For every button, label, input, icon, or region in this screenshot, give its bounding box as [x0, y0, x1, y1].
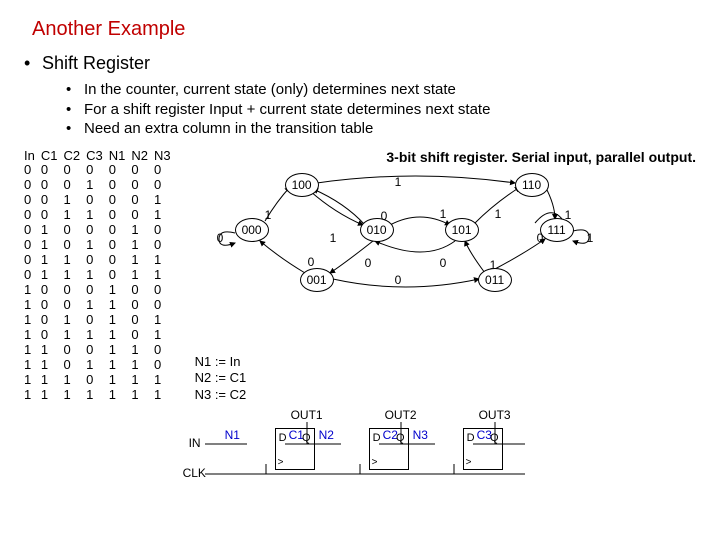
page-title: Another Example [32, 18, 696, 41]
state-node: 110 [515, 173, 549, 197]
table-row: 1001100 [24, 298, 177, 313]
diagram-arrows [195, 173, 605, 333]
table-row: 1111111 [24, 388, 177, 403]
table-row: 0001000 [24, 178, 177, 193]
table-row: 0110011 [24, 253, 177, 268]
table-header: C1 [41, 149, 64, 164]
edge-label: 1 [395, 175, 402, 189]
table-row: 0101010 [24, 238, 177, 253]
edge-label: 0 [217, 231, 224, 245]
table-row: 0011001 [24, 208, 177, 223]
edge-label: 0 [381, 209, 388, 223]
table-row: 0111011 [24, 268, 177, 283]
equations: N1 := In N2 := C1 N3 := C2 [195, 354, 696, 405]
table-header: In [24, 149, 41, 164]
table-row: 1000100 [24, 283, 177, 298]
edge-label: 0 [395, 273, 402, 287]
table-row: 1010101 [24, 313, 177, 328]
transition-table: InC1C2C3N1N2N3 0000000000100000100010011… [24, 149, 177, 403]
state-diagram: 000001010011100101110111110111010100010 [195, 173, 696, 348]
bullet-list: In the counter, current state (only) det… [42, 80, 696, 139]
table-row: 0010001 [24, 193, 177, 208]
edge-label: 1 [330, 231, 337, 245]
state-node: 010 [360, 218, 394, 242]
diagram-caption: 3-bit shift register. Serial input, para… [195, 149, 696, 165]
bullet-item: In the counter, current state (only) det… [66, 80, 696, 100]
table-row: 1101110 [24, 358, 177, 373]
table-header: N2 [131, 149, 154, 164]
bullet-item: For a shift register Input + current sta… [66, 100, 696, 120]
edge-label: 1 [495, 207, 502, 221]
table-row: 1011101 [24, 328, 177, 343]
edge-label: 0 [537, 231, 544, 245]
edge-label: 1 [440, 207, 447, 221]
edge-label: 1 [587, 231, 594, 245]
edge-label: 1 [265, 208, 272, 222]
table-header: C3 [86, 149, 109, 164]
table-header: N3 [154, 149, 177, 164]
table-header: N1 [109, 149, 132, 164]
state-node: 101 [445, 218, 479, 242]
table-row: 0000000 [24, 163, 177, 178]
flipflop-schematic: OUT1 OUT2 OUT3 N1 C1 N2 C2 N3 C3 IN CLK … [195, 410, 696, 490]
section-heading: Shift Register In the counter, current s… [24, 53, 696, 139]
bullet-item: Need an extra column in the transition t… [66, 119, 696, 139]
table-header: C2 [63, 149, 86, 164]
edge-label: 0 [440, 256, 447, 270]
edge-label: 1 [490, 258, 497, 272]
state-node: 001 [300, 268, 334, 292]
table-row: 0100010 [24, 223, 177, 238]
table-row: 1110111 [24, 373, 177, 388]
edge-label: 0 [308, 255, 315, 269]
state-node: 100 [285, 173, 319, 197]
edge-label: 0 [365, 256, 372, 270]
edge-label: 1 [565, 208, 572, 222]
state-node: 000 [235, 218, 269, 242]
table-row: 1100110 [24, 343, 177, 358]
